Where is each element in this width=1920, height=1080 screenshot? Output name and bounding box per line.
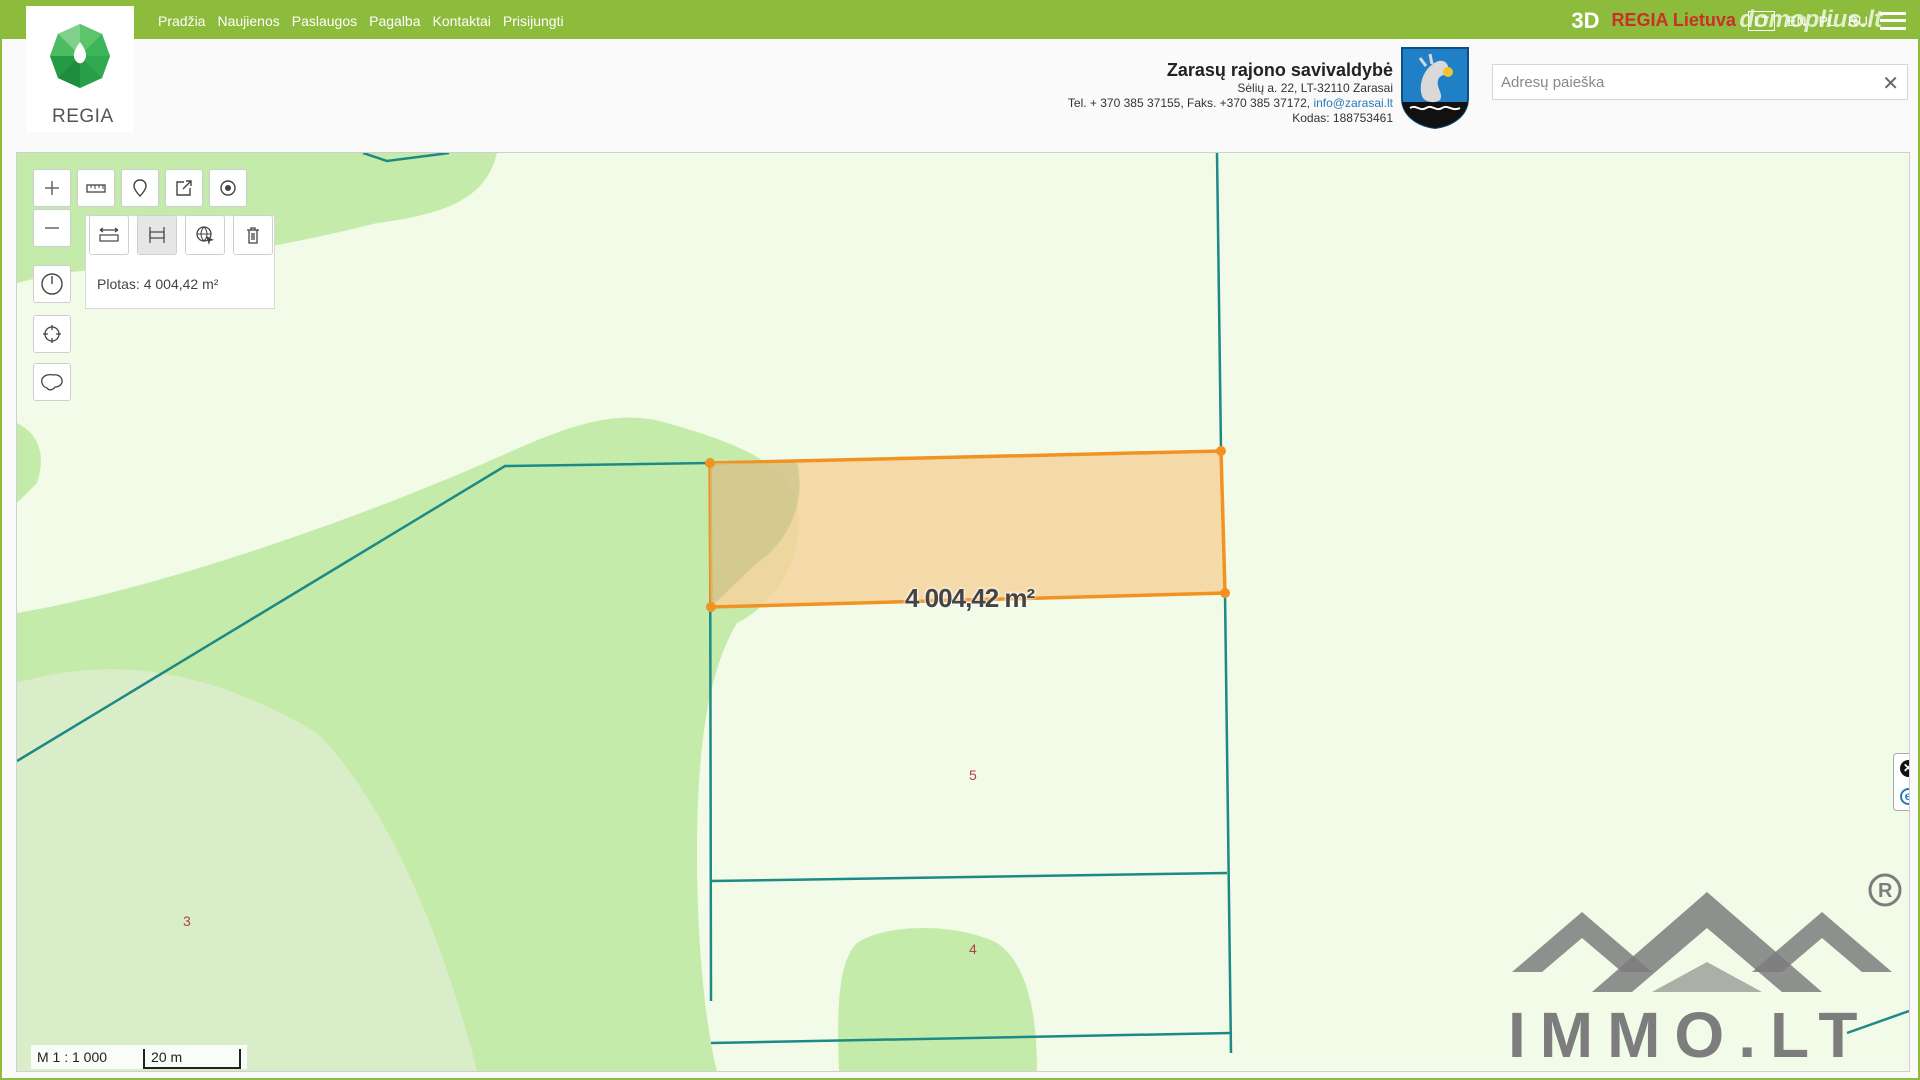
municipality-address: Sėlių a. 22, LT-32110 Zarasai [1237, 81, 1393, 95]
municipality-info: Zarasų rajono savivaldybė Sėlių a. 22, L… [1068, 60, 1393, 126]
svg-text:IMMO.LT: IMMO.LT [1508, 999, 1871, 1062]
parcel-number-label: 3 [183, 913, 191, 929]
forest-area-edge [17, 423, 41, 503]
pin-icon [133, 179, 147, 197]
measure-result: Plotas: 4 004,42 m² [97, 276, 219, 292]
municipality-email-link[interactable]: info@zarasai.lt [1313, 96, 1393, 110]
history-icon [41, 273, 63, 295]
crosshair-icon [43, 325, 61, 343]
zoom-out-button[interactable] [33, 209, 71, 247]
ruler-arrows-icon [99, 227, 119, 242]
plus-icon [45, 181, 59, 195]
immo-watermark-logo: R IMMO.LT [1508, 873, 1902, 1062]
nav-home[interactable]: Pradžia [158, 13, 205, 29]
share-icon [176, 180, 192, 196]
delete-measurement-button[interactable] [233, 215, 273, 255]
regia-lietuva-link[interactable]: REGIA Lietuva [1612, 10, 1736, 31]
history-button[interactable] [33, 265, 71, 303]
trash-icon [247, 227, 259, 244]
municipality-name: Zarasų rajono savivaldybė [1166, 60, 1393, 80]
map-scale: M 1 : 1 000 20 m [31, 1045, 248, 1069]
identify-button[interactable] [185, 215, 225, 255]
nav-help[interactable]: Pagalba [369, 13, 420, 29]
watermark-text: domoplius.lt [1739, 6, 1882, 33]
zoom-in-button[interactable] [33, 169, 71, 207]
globe-cursor-icon [196, 226, 214, 245]
zarasai-crest-icon [1401, 47, 1469, 130]
forest-area-south [838, 928, 1037, 1071]
full-extent-button[interactable] [33, 363, 71, 401]
municipality-phone: Tel. + 370 385 37155, Faks. +370 385 371… [1067, 96, 1311, 110]
e-service-icon[interactable]: e [1899, 787, 1909, 805]
measure-tool-button[interactable] [77, 169, 115, 207]
share-button[interactable] [165, 169, 203, 207]
nav-contacts[interactable]: Kontaktai [433, 13, 491, 29]
regia-logo-icon [50, 24, 110, 88]
ruler-icon [86, 184, 106, 193]
search-clear-icon[interactable]: ✕ [1882, 71, 1899, 96]
scale-bar: 20 m [143, 1049, 242, 1069]
side-controls: ✕ e [1893, 753, 1909, 811]
main-nav: Pradžia Naujienos Paslaugos Pagalba Kont… [158, 2, 564, 39]
parcel-number-label: 4 [969, 941, 977, 957]
location-pin-button[interactable] [121, 169, 159, 207]
parcel-number-label: 5 [969, 767, 977, 783]
target-point-icon [220, 180, 236, 196]
top-bar: Pradžia Naujienos Paslaugos Pagalba Kont… [2, 2, 1918, 39]
address-search-input[interactable] [1493, 65, 1861, 99]
svg-text:R: R [1878, 880, 1893, 902]
nav-services[interactable]: Paslaugos [292, 13, 357, 29]
nav-news[interactable]: Naujienos [217, 13, 279, 29]
point-tool-button[interactable] [209, 169, 247, 207]
measure-distance-button[interactable] [89, 215, 129, 255]
regia-logo-text: REGIA [52, 106, 114, 127]
measured-area-label: 4 004,42 m² [905, 583, 1035, 613]
municipality-contacts: Tel. + 370 385 37155, Faks. +370 385 371… [1068, 96, 1393, 111]
nav-login[interactable]: Prisijungti [503, 13, 564, 29]
measure-area-button[interactable] [137, 215, 177, 255]
municipality-code: Kodas: 188753461 [1292, 111, 1393, 125]
area-measure-icon [149, 227, 165, 243]
hamburger-menu-icon[interactable] [1880, 11, 1906, 30]
browser-frame: Pradžia Naujienos Paslaugos Pagalba Kont… [0, 0, 1920, 1080]
lithuania-map-icon [41, 373, 63, 391]
address-search: ✕ [1492, 64, 1908, 100]
minus-icon [45, 227, 59, 229]
locate-me-button[interactable] [33, 315, 71, 353]
mode-3d-link[interactable]: 3D [1571, 8, 1599, 34]
close-circle-icon[interactable]: ✕ [1899, 759, 1909, 777]
scale-ratio: M 1 : 1 000 [37, 1049, 108, 1065]
